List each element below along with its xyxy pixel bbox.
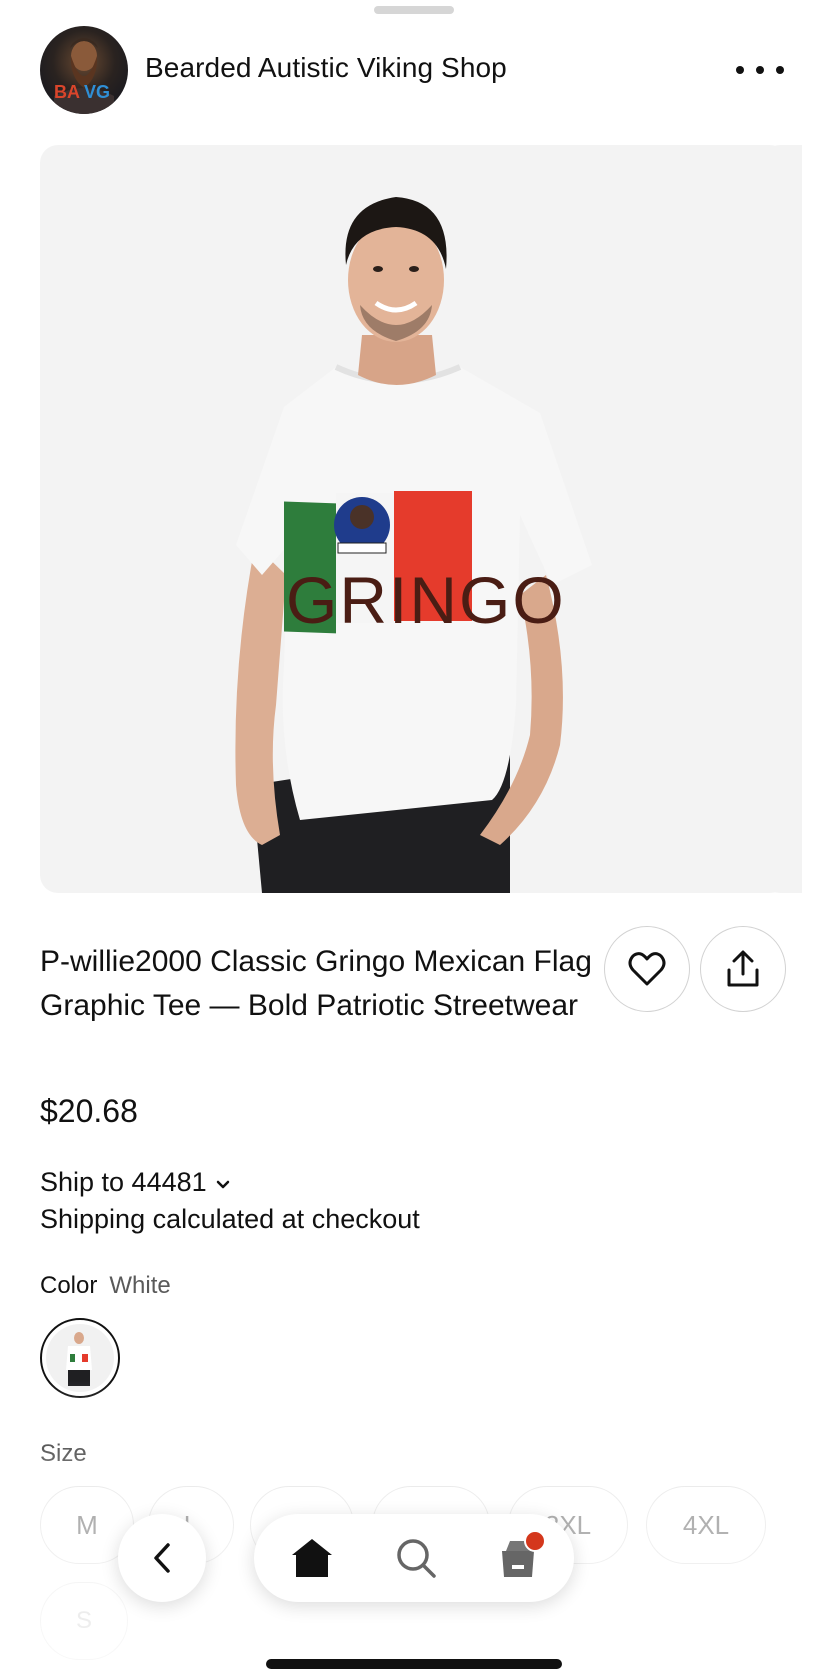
heart-icon: [628, 952, 666, 986]
nav-cart[interactable]: [492, 1530, 546, 1584]
ship-to-text: Ship to 44481: [40, 1167, 207, 1197]
svg-text:VG: VG: [84, 82, 110, 102]
swatch-thumbnail: [46, 1324, 114, 1392]
product-title: P-willie2000 Classic Gringo Mexican Flag…: [40, 945, 592, 1022]
model-wearing-tee-image: GRINGO: [235, 197, 592, 893]
shop-avatar[interactable]: BA VG: [40, 26, 128, 114]
ship-to-selector[interactable]: Ship to 44481: [40, 1167, 231, 1198]
color-row: Color White: [40, 1272, 171, 1300]
more-dot: [756, 66, 764, 74]
chevron-down-icon: [215, 1167, 231, 1198]
shipping-note: Shipping calculated at checkout: [40, 1204, 420, 1234]
svg-text:BA: BA: [54, 82, 80, 102]
product-image[interactable]: GRINGO: [40, 145, 788, 893]
share-button[interactable]: [700, 926, 786, 1012]
size-option-4xl[interactable]: 4XL: [646, 1486, 766, 1564]
home-icon: [292, 1539, 332, 1577]
chevron-left-icon: [154, 1543, 170, 1573]
size-label: Size: [40, 1440, 87, 1467]
shop-header: BA VG Bearded Autistic Viking Shop: [40, 26, 788, 114]
nav-home[interactable]: [286, 1532, 338, 1584]
nav-search[interactable]: [390, 1532, 442, 1584]
color-swatch-white[interactable]: [40, 1318, 120, 1398]
more-dot: [736, 66, 744, 74]
more-options-icon[interactable]: [736, 54, 784, 86]
image-carousel[interactable]: GRINGO: [40, 145, 788, 893]
shop-name[interactable]: Bearded Autistic Viking Shop: [145, 52, 507, 84]
next-image-peek[interactable]: [762, 145, 802, 893]
product-price: $20.68: [40, 1093, 138, 1129]
size-option-s: S: [40, 1582, 128, 1660]
more-dot: [776, 66, 784, 74]
shirt-print-text: GRINGO: [286, 563, 566, 637]
favorite-button[interactable]: [604, 926, 690, 1012]
sheet-grabber[interactable]: [374, 6, 454, 14]
bottom-nav: [254, 1514, 574, 1602]
color-value: White: [109, 1272, 171, 1299]
color-label: Color: [40, 1272, 98, 1299]
product-page: BA VG Bearded Autistic Viking Shop GRING…: [0, 0, 828, 1672]
share-icon: [727, 950, 759, 987]
search-icon: [397, 1539, 436, 1578]
viking-logo-icon: BA VG: [54, 38, 114, 114]
cart-badge: [524, 1530, 546, 1552]
back-button[interactable]: [118, 1514, 206, 1602]
home-indicator: [266, 1659, 562, 1669]
